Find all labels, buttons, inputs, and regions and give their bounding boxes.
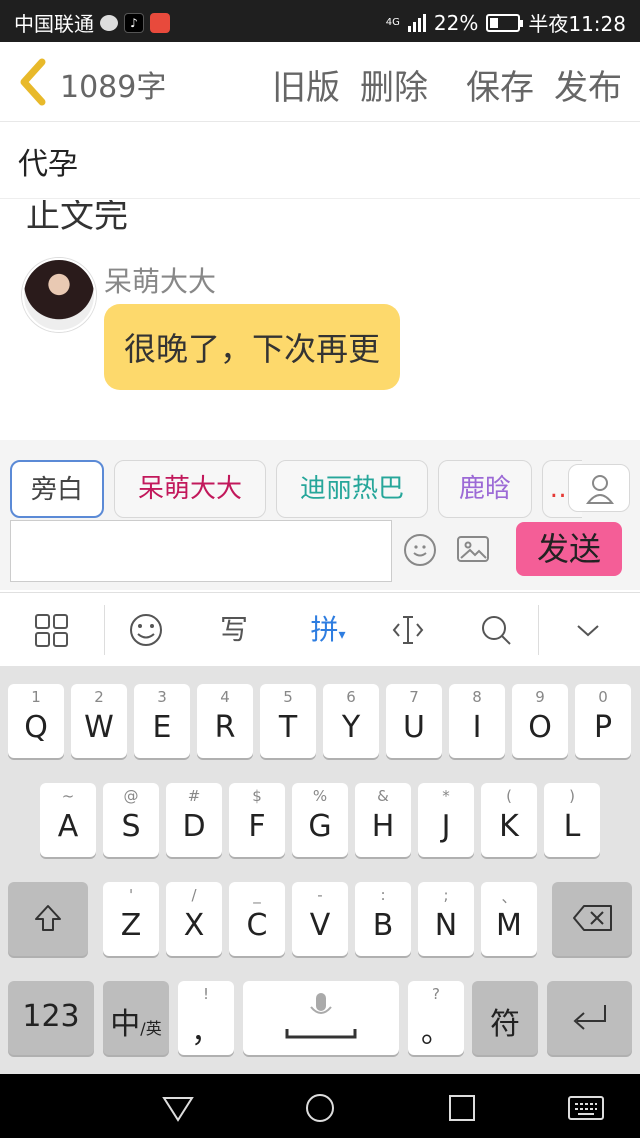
- status-bar: 中国联通 ♪ 4G 22% 半夜11:28: [0, 0, 640, 42]
- send-button[interactable]: 发送: [516, 522, 622, 576]
- story-title: 代孕: [18, 147, 78, 182]
- pinyin-mode-button[interactable]: 拼▾: [302, 611, 354, 649]
- space-key[interactable]: [243, 981, 399, 1055]
- message-bubble[interactable]: 很晚了，下次再更: [104, 304, 401, 390]
- battery-icon: [486, 13, 524, 32]
- key-x[interactable]: / X: [166, 882, 222, 956]
- message-input[interactable]: [10, 520, 392, 582]
- key-w[interactable]: 2W: [71, 684, 127, 758]
- language-switch-key[interactable]: 中/英: [103, 981, 169, 1055]
- numbers-key[interactable]: 123: [8, 981, 94, 1055]
- key-b[interactable]: :B: [355, 882, 411, 956]
- key-o[interactable]: 9O: [512, 684, 568, 758]
- key-n[interactable]: ; N: [418, 882, 474, 956]
- delete-button[interactable]: 删除: [360, 60, 428, 109]
- key-g[interactable]: % G: [292, 783, 348, 857]
- back-button[interactable]: [16, 58, 52, 106]
- word-count: 1089字: [60, 70, 167, 105]
- old-version-button[interactable]: 旧版: [272, 60, 340, 109]
- grid-menu-icon[interactable]: [34, 611, 70, 649]
- emoji-button[interactable]: [404, 534, 436, 566]
- chip-character[interactable]: 鹿晗: [438, 460, 532, 518]
- keyboard-switch-icon[interactable]: [566, 1092, 606, 1124]
- chat-notification-icon: [100, 14, 118, 31]
- enter-key[interactable]: [547, 981, 632, 1055]
- emoji-keyboard-icon[interactable]: [128, 611, 164, 649]
- carrier-label: 中国联通: [14, 12, 94, 36]
- smiley-icon: [413, 545, 427, 557]
- key-k[interactable]: (K: [481, 783, 537, 857]
- editor-header: 1089字 旧版 删除 保存 发布: [0, 42, 640, 122]
- add-character-button[interactable]: [568, 464, 630, 512]
- back-triangle-icon[interactable]: [160, 1092, 196, 1124]
- key-c[interactable]: _ C: [229, 882, 285, 956]
- key-l[interactable]: ) L: [544, 783, 600, 857]
- key-p[interactable]: 0P: [575, 684, 631, 758]
- symbols-key[interactable]: 符: [472, 981, 538, 1055]
- key-m[interactable]: 、 M: [481, 882, 537, 956]
- speaker-name: 呆萌大大: [104, 265, 217, 298]
- avatar[interactable]: [22, 258, 96, 332]
- image-icon: [460, 541, 487, 559]
- cursor-move-icon[interactable]: [390, 611, 426, 649]
- key-a[interactable]: ~ A: [40, 783, 96, 857]
- chip-character[interactable]: 迪丽热巴: [276, 460, 428, 518]
- key-t[interactable]: 5T: [260, 684, 316, 758]
- key-q[interactable]: 1Q: [8, 684, 64, 758]
- person-icon: [585, 475, 615, 504]
- key-f[interactable]: $ F: [229, 783, 285, 857]
- message-text: 很晚了，下次再更: [124, 330, 381, 368]
- system-nav-bar: [0, 1074, 640, 1138]
- publish-button[interactable]: 发布: [554, 60, 622, 109]
- story-content: 止文完 呆萌大大 很晚了，下次再更: [0, 200, 640, 440]
- app-notification-icon: [150, 12, 170, 33]
- handwrite-button[interactable]: 写: [214, 611, 254, 649]
- collapse-keyboard-icon[interactable]: [572, 611, 604, 649]
- compose-bar: 发送: [0, 520, 640, 590]
- character-selector: 旁白 呆萌大大 迪丽热巴 鹿晗 …: [0, 440, 640, 520]
- chevron-left-icon: [20, 58, 46, 106]
- recents-square-icon[interactable]: [446, 1092, 478, 1124]
- soft-keyboard: 1Q 2W 3E 4R 5T 6Y 7U 8I 9O 0P ~ A @ S # D $…: [0, 666, 640, 1074]
- key-u[interactable]: 7U: [386, 684, 442, 758]
- shift-key[interactable]: [8, 882, 88, 956]
- key-h[interactable]: & H: [355, 783, 411, 857]
- backspace-key[interactable]: [552, 882, 632, 956]
- search-icon[interactable]: [478, 611, 514, 649]
- home-circle-icon[interactable]: [302, 1092, 338, 1124]
- backspace-icon: [573, 905, 612, 931]
- shift-arrow-icon: [35, 905, 61, 931]
- keyboard-toolbar: 写 拼▾: [0, 592, 640, 666]
- key-d[interactable]: # D: [166, 783, 222, 857]
- narration-text: 止文完: [26, 200, 128, 236]
- key-i[interactable]: 8I: [449, 684, 505, 758]
- battery-percent: 22%: [433, 10, 479, 35]
- clock: 半夜11:28: [528, 12, 626, 36]
- network-type: 4G: [385, 16, 400, 28]
- story-title-field[interactable]: 代孕: [0, 123, 640, 199]
- key-s[interactable]: @ S: [103, 783, 159, 857]
- comma-key[interactable]: !，: [178, 981, 234, 1055]
- period-key[interactable]: ?。: [408, 981, 464, 1055]
- key-y[interactable]: 6Y: [323, 684, 379, 758]
- microphone-icon: [285, 993, 357, 1039]
- enter-icon: [573, 1005, 606, 1030]
- key-e[interactable]: 3E: [134, 684, 190, 758]
- image-button[interactable]: [457, 536, 489, 562]
- key-z[interactable]: ' Z: [103, 882, 159, 956]
- chip-character[interactable]: 呆萌大大: [114, 460, 266, 518]
- signal-icon: [407, 13, 426, 32]
- tiktok-notification-icon: ♪: [124, 12, 144, 33]
- key-r[interactable]: 4R: [197, 684, 253, 758]
- key-j[interactable]: * J: [418, 783, 474, 857]
- save-button[interactable]: 保存: [466, 60, 534, 109]
- key-v[interactable]: -V: [292, 882, 348, 956]
- chip-narrator[interactable]: 旁白: [10, 460, 104, 518]
